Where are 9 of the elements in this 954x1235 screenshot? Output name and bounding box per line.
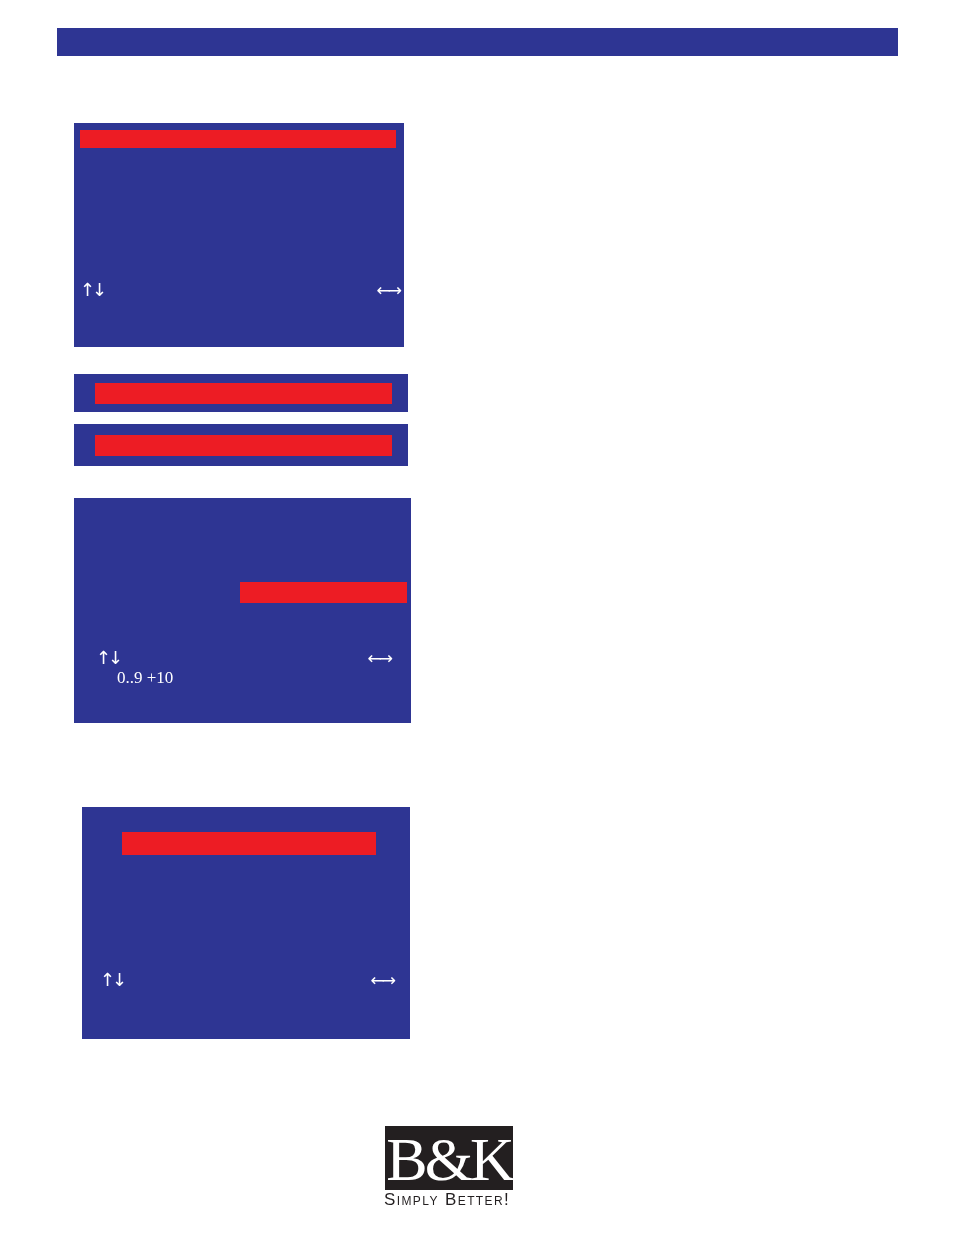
up-down-arrows: ↑↓ [80,280,105,300]
logo-mark: B&K [385,1126,513,1190]
left-right-arrows: ←→ [376,280,399,300]
digit-keys-hint: 0..9 +10 [117,668,174,688]
up-down-arrows: ↑↓ [100,970,125,990]
logo-tagline: Simply Better! [384,1191,511,1209]
left-right-arrows: ←→ [370,970,393,990]
left-right-arrows: ←→ [367,648,390,668]
up-down-arrows: ↑↓ [96,648,121,668]
